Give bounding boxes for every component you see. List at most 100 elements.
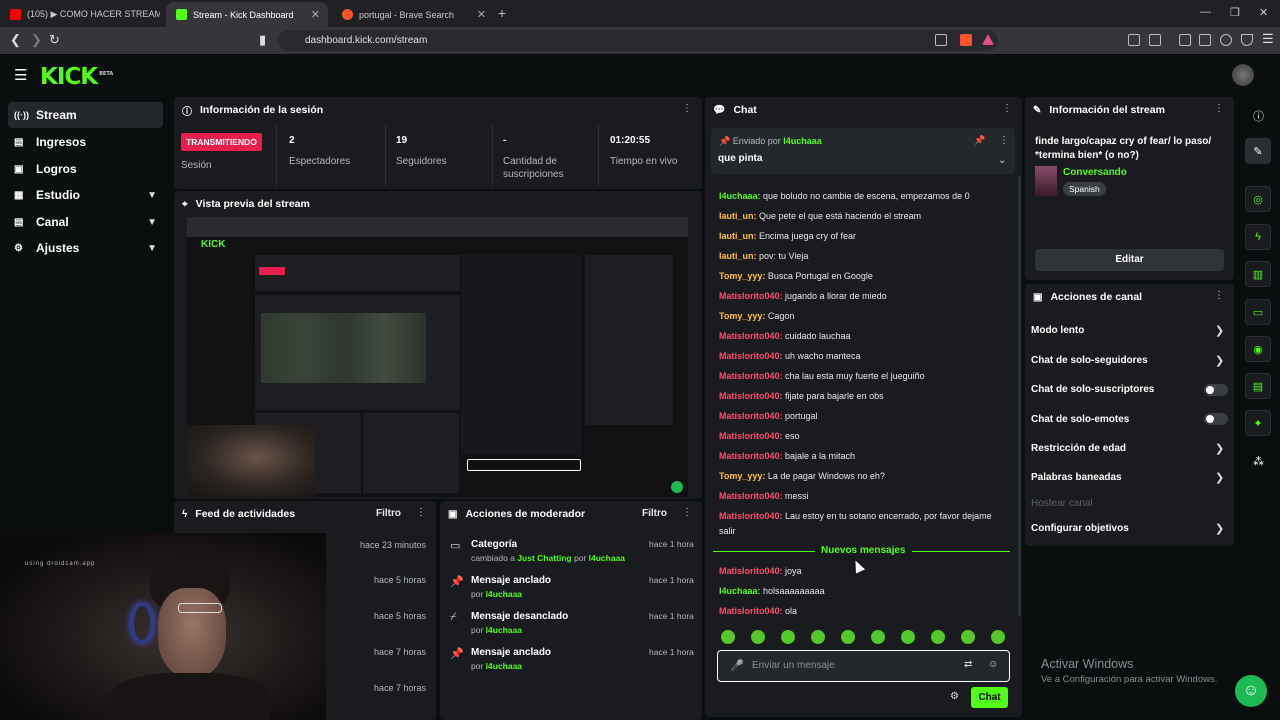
configure-goals-row[interactable]: Configurar objetivos bbox=[1031, 523, 1129, 534]
emote-icon[interactable] bbox=[811, 630, 825, 644]
edit-pencil-icon[interactable]: ✎ bbox=[1245, 138, 1271, 164]
help-chat-icon[interactable]: ☺ bbox=[1235, 675, 1267, 707]
sidebar-toggle-icon[interactable] bbox=[1179, 34, 1191, 46]
brave-rewards-icon[interactable] bbox=[982, 34, 994, 45]
emote-icon[interactable] bbox=[961, 630, 975, 644]
age-restriction-row[interactable]: Restricción de edad bbox=[1031, 443, 1126, 454]
send-chat-button[interactable]: Chat bbox=[971, 687, 1008, 708]
sidebar-item-ingresos[interactable]: ▤ Ingresos bbox=[8, 129, 163, 155]
chat-username[interactable]: Matislorito040: bbox=[719, 351, 783, 361]
kick-logo[interactable]: KICK BETA bbox=[40, 64, 113, 90]
emote-icon[interactable] bbox=[931, 630, 945, 644]
tab-search-icon[interactable] bbox=[1149, 34, 1161, 46]
sidebar-item-stream[interactable]: ((·)) Stream bbox=[8, 102, 163, 128]
minimize-icon[interactable]: — bbox=[1200, 6, 1211, 18]
emote-icon[interactable] bbox=[991, 630, 1005, 644]
chat-username[interactable]: Tomy_yyy: bbox=[719, 271, 765, 281]
sidebar-item-canal[interactable]: ▤ Canal ▼ bbox=[8, 209, 163, 235]
chat-username[interactable]: Matislorito040: bbox=[719, 511, 783, 521]
broadcast-icon[interactable]: ◉ bbox=[1245, 336, 1271, 362]
forward-icon[interactable]: ❯ bbox=[31, 32, 42, 48]
browser-tab-brave[interactable]: portugal - Brave Search ✕ bbox=[332, 2, 494, 27]
chat-username[interactable]: l4uchaaa: bbox=[719, 191, 761, 201]
banned-words-row[interactable]: Palabras baneadas bbox=[1031, 472, 1122, 483]
chat-username[interactable]: Matislorito040: bbox=[719, 371, 783, 381]
browser-tab-youtube[interactable]: (105) ▶ COMO HACER STREAM CO bbox=[0, 2, 160, 27]
address-bar[interactable]: dashboard.kick.com/stream bbox=[278, 30, 998, 51]
chat-username[interactable]: Matislorito040: bbox=[719, 606, 783, 616]
chevron-right-icon[interactable]: ❯ bbox=[1215, 354, 1224, 367]
emote-icon[interactable] bbox=[781, 630, 795, 644]
wallet-icon[interactable] bbox=[1199, 34, 1211, 46]
chat-username[interactable]: lauti_un: bbox=[719, 251, 757, 261]
close-window-icon[interactable]: ✕ bbox=[1259, 6, 1268, 19]
emote-icon[interactable] bbox=[901, 630, 915, 644]
translate-icon[interactable]: ⇄ bbox=[964, 659, 972, 670]
stream-preview-video[interactable]: KICK bbox=[187, 217, 688, 497]
chat-username[interactable]: lauti_un: bbox=[719, 211, 757, 221]
back-icon[interactable]: ❮ bbox=[10, 32, 21, 48]
chevron-right-icon[interactable]: ❯ bbox=[1215, 522, 1224, 535]
chevron-right-icon[interactable]: ❯ bbox=[1215, 442, 1224, 455]
close-tab-icon[interactable]: ✕ bbox=[311, 8, 320, 21]
wrench-icon[interactable]: ✦ bbox=[1245, 410, 1271, 436]
browser-menu-icon[interactable]: ☰ bbox=[1262, 31, 1274, 47]
avatar[interactable] bbox=[1232, 64, 1254, 86]
emote-icon[interactable] bbox=[751, 630, 765, 644]
chat-input[interactable]: 🎤 Enviar un mensaje ⇄ ☺ bbox=[717, 650, 1010, 682]
reload-icon[interactable]: ↻ bbox=[49, 32, 60, 48]
maximize-icon[interactable]: ❐ bbox=[1230, 6, 1240, 19]
emotes-only-toggle[interactable] bbox=[1204, 413, 1228, 425]
camera-icon[interactable]: ◎ bbox=[1245, 186, 1271, 212]
chevron-right-icon[interactable]: ❯ bbox=[1215, 471, 1224, 484]
share-icon[interactable] bbox=[935, 34, 947, 46]
kebab-menu-icon[interactable]: ⋮ bbox=[1214, 103, 1224, 114]
chat-username[interactable]: Matislorito040: bbox=[719, 411, 783, 421]
emote-icon[interactable] bbox=[721, 630, 735, 644]
chat-scrollbar[interactable] bbox=[1018, 176, 1021, 616]
bolt-icon[interactable]: ϟ bbox=[1245, 224, 1271, 250]
chat-settings-icon[interactable]: ⚙ bbox=[950, 691, 959, 702]
followers-only-row[interactable]: Chat de solo-seguidores bbox=[1031, 355, 1148, 366]
kebab-menu-icon[interactable]: ⋮ bbox=[1214, 290, 1224, 301]
sidebar-item-ajustes[interactable]: ⚙ Ajustes ▼ bbox=[8, 235, 163, 261]
bookmark-icon[interactable]: ▮ bbox=[259, 32, 266, 48]
chevron-right-icon[interactable]: ❯ bbox=[1215, 324, 1224, 337]
feed-filter-button[interactable]: Filtro bbox=[376, 508, 401, 519]
chat-username[interactable]: Matislorito040: bbox=[719, 431, 783, 441]
layout-icon[interactable]: ▤ bbox=[1245, 373, 1271, 399]
clipboard-icon[interactable]: ▥ bbox=[1245, 261, 1271, 287]
info-icon[interactable]: ⓘ bbox=[1253, 108, 1264, 124]
close-tab-icon[interactable]: ✕ bbox=[477, 8, 486, 21]
emoji-icon[interactable]: ☺ bbox=[988, 659, 998, 670]
chevron-down-icon[interactable]: ⌄ bbox=[998, 155, 1006, 166]
kebab-menu-icon[interactable]: ⋮ bbox=[999, 135, 1009, 146]
chat-username[interactable]: Matislorito040: bbox=[719, 291, 783, 301]
microphone-icon[interactable]: 🎤 bbox=[730, 659, 744, 672]
pin-toggle-icon[interactable]: 📌 bbox=[974, 135, 985, 146]
category-name[interactable]: Conversando bbox=[1063, 167, 1127, 178]
chat-username[interactable]: Matislorito040: bbox=[719, 491, 783, 501]
leo-ai-icon[interactable] bbox=[1220, 34, 1232, 46]
chat-username[interactable]: Tomy_yyy: bbox=[719, 471, 765, 481]
brave-shields-icon[interactable] bbox=[960, 34, 972, 46]
sidebar-item-estudio[interactable]: ▦ Estudio ▼ bbox=[8, 182, 163, 208]
vpn-icon[interactable] bbox=[1241, 34, 1253, 46]
apps-icon[interactable]: ⁂ bbox=[1253, 455, 1264, 468]
kebab-menu-icon[interactable]: ⋮ bbox=[682, 507, 692, 518]
kebab-menu-icon[interactable]: ⋮ bbox=[682, 103, 692, 114]
chat-bubble-icon[interactable]: ▭ bbox=[1245, 299, 1271, 325]
kebab-menu-icon[interactable]: ⋮ bbox=[1002, 103, 1012, 114]
chat-username[interactable]: Matislorito040: bbox=[719, 451, 783, 461]
emote-icon[interactable] bbox=[871, 630, 885, 644]
kebab-menu-icon[interactable]: ⋮ bbox=[416, 507, 426, 518]
slow-mode-row[interactable]: Modo lento bbox=[1031, 325, 1084, 336]
chat-username[interactable]: Matislorito040: bbox=[719, 391, 783, 401]
chat-username[interactable]: Matislorito040: bbox=[719, 566, 783, 576]
chat-username[interactable]: l4uchaaa: bbox=[719, 586, 761, 596]
mod-filter-button[interactable]: Filtro bbox=[642, 508, 667, 519]
chat-username[interactable]: Matislorito040: bbox=[719, 331, 783, 341]
extensions-icon[interactable] bbox=[1128, 34, 1140, 46]
hamburger-menu-icon[interactable]: ☰ bbox=[14, 66, 27, 84]
edit-stream-button[interactable]: Editar bbox=[1035, 249, 1224, 271]
